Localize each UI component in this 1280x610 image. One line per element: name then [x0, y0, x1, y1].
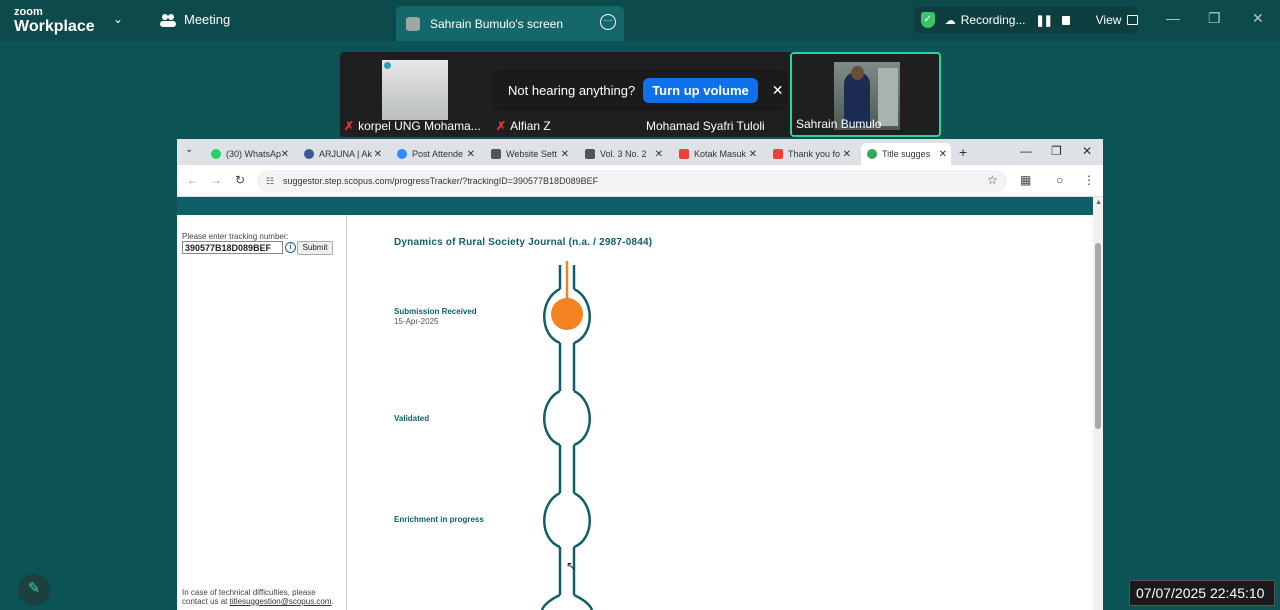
gmail-icon	[679, 149, 689, 159]
gmail-icon	[773, 149, 783, 159]
view-grid-icon[interactable]	[1127, 15, 1139, 25]
more-icon[interactable]: ⋯	[600, 14, 616, 30]
close-icon[interactable]: ✕	[843, 149, 851, 160]
browser-tab[interactable]: Website Sett ✕	[485, 143, 573, 165]
tracking-number-input[interactable]	[182, 241, 283, 254]
bookmark-star-icon[interactable]: ☆	[987, 173, 998, 187]
stop-icon[interactable]	[1061, 15, 1070, 25]
shared-screen-tab[interactable]: Sahrain Bumulo's screen ⋯	[396, 6, 624, 41]
restore-icon[interactable]: ❐	[1051, 144, 1062, 158]
browser-tab[interactable]: (30) WhatsAp ✕	[205, 143, 293, 165]
close-icon[interactable]: ✕	[374, 149, 382, 160]
site-info-icon[interactable]: ☷	[266, 170, 274, 192]
minimize-icon[interactable]: —	[1166, 10, 1180, 26]
page-header-band	[177, 197, 1093, 215]
help-text: In case of technical difficulties, pleas…	[182, 588, 334, 606]
participant-name: Alfian Z	[510, 119, 551, 133]
participant-tile[interactable]: ✗ korpel UNG Mohama...	[340, 52, 492, 137]
browser-tab[interactable]: Thank you fo ✕	[767, 143, 855, 165]
close-icon[interactable]: ✕	[749, 149, 757, 160]
mic-off-icon: ✗	[496, 119, 507, 133]
info-icon[interactable]: i	[285, 242, 296, 253]
tracking-label: Please enter tracking number:	[182, 232, 289, 241]
scrollbar[interactable]: ▲	[1093, 197, 1103, 610]
toast-message: Not hearing anything?	[508, 82, 636, 98]
chevron-down-icon[interactable]: ⌄	[113, 12, 123, 26]
meeting-button[interactable]: Meeting	[160, 12, 230, 27]
close-icon[interactable]: ✕	[1082, 144, 1092, 158]
recording-status: ✓ ☁ Recording... ❚❚ View	[914, 7, 1139, 33]
tracking-panel: Please enter tracking number: i Submit I…	[177, 215, 347, 610]
turn-up-volume-button[interactable]: Turn up volume	[643, 77, 758, 103]
timestamp-overlay: 07/07/2025 22:45:10	[1129, 580, 1275, 606]
participant-video	[382, 60, 448, 120]
scroll-up-icon[interactable]: ▲	[1095, 199, 1102, 206]
mouse-cursor-icon: ↖	[566, 559, 577, 573]
progress-pipeline	[540, 261, 594, 610]
annotate-pencil-icon[interactable]: ✎	[18, 574, 50, 606]
close-icon[interactable]: ✕	[561, 149, 569, 160]
pkp-icon	[491, 149, 501, 159]
browser-tab[interactable]: Post Attende ✕	[391, 143, 479, 165]
restore-icon[interactable]: ❐	[1208, 10, 1221, 27]
journal-title: Dynamics of Rural Society Journal (n.a. …	[394, 237, 653, 248]
browser-tab-active[interactable]: Title sugges ✕	[861, 143, 951, 165]
audio-toast: Not hearing anything? Turn up volume ✕	[492, 69, 788, 111]
shared-screen-label: Sahrain Bumulo's screen	[430, 16, 564, 31]
close-icon[interactable]: ✕	[772, 82, 784, 99]
participant-name: Mohamad Syafri Tuloli	[646, 119, 765, 133]
menu-icon[interactable]: ⋮	[1083, 173, 1095, 187]
step-date: 15-Apr-2025	[394, 317, 439, 326]
step-label-validated: Validated	[394, 414, 430, 423]
participant-name: Sahrain Bumulo	[796, 117, 882, 131]
scrollbar-thumb[interactable]	[1095, 243, 1101, 429]
zoom-icon	[397, 149, 407, 159]
address-bar: ← → ↻ ☷ suggestor.step.scopus.com/progre…	[177, 165, 1103, 197]
support-email-link[interactable]: titlesuggestion@scopus.com	[230, 597, 332, 606]
zoom-top-bar: zoom Workplace ⌄ Meeting Sahrain Bumulo'…	[0, 0, 1280, 41]
participant-name: korpel UNG Mohama...	[358, 119, 481, 133]
reload-icon[interactable]: ↻	[235, 173, 245, 187]
browser-tab-bar: ⌄ (30) WhatsAp ✕ ARJUNA | Ak ✕ Post Attend…	[177, 139, 1103, 165]
minimize-icon[interactable]: —	[1020, 144, 1032, 158]
shield-check-icon: ✓	[921, 12, 935, 28]
shared-browser-window: ⌄ (30) WhatsAp ✕ ARJUNA | Ak ✕ Post Attend…	[177, 139, 1103, 610]
forward-icon[interactable]: →	[210, 173, 222, 187]
chevron-down-icon[interactable]: ⌄	[185, 144, 193, 155]
meeting-icon	[160, 13, 176, 27]
step-complete-marker	[551, 298, 583, 330]
step-label-enrichment: Enrichment in progress	[394, 515, 484, 524]
submit-button[interactable]: Submit	[297, 241, 333, 255]
participant-tile-active[interactable]: Sahrain Bumulo	[790, 52, 941, 137]
extensions-icon[interactable]: ▦	[1020, 173, 1031, 187]
step-label-submission-received: Submission Received	[394, 307, 477, 316]
profile-icon[interactable]: ○	[1056, 173, 1063, 187]
new-tab-button[interactable]: +	[959, 144, 967, 160]
arjuna-icon	[304, 149, 314, 159]
browser-tab[interactable]: Kotak Masuk ✕	[673, 143, 761, 165]
view-button[interactable]: View	[1096, 13, 1122, 27]
mic-off-icon: ✗	[344, 119, 355, 133]
browser-tab[interactable]: Vol. 3 No. 2 ✕	[579, 143, 667, 165]
cloud-icon: ☁	[944, 14, 956, 27]
pause-icon[interactable]: ❚❚	[1035, 14, 1052, 27]
meeting-label: Meeting	[184, 12, 231, 27]
close-icon[interactable]: ✕	[467, 149, 475, 160]
close-icon[interactable]: ✕	[1252, 10, 1264, 27]
close-icon[interactable]: ✕	[655, 149, 663, 160]
page-viewport: Please enter tracking number: i Submit I…	[177, 197, 1103, 610]
pkp-icon	[585, 149, 595, 159]
back-icon[interactable]: ←	[187, 173, 199, 187]
browser-tab[interactable]: ARJUNA | Ak ✕	[298, 143, 386, 165]
url-field[interactable]: ☷ suggestor.step.scopus.com/progressTrac…	[257, 170, 1007, 192]
scopus-icon	[867, 149, 877, 159]
close-icon[interactable]: ✕	[939, 149, 947, 160]
close-icon[interactable]: ✕	[281, 149, 289, 160]
avatar	[406, 16, 420, 31]
whatsapp-icon	[211, 149, 221, 159]
recording-label: Recording...	[960, 13, 1026, 27]
zoom-logo: zoom Workplace	[14, 6, 95, 35]
